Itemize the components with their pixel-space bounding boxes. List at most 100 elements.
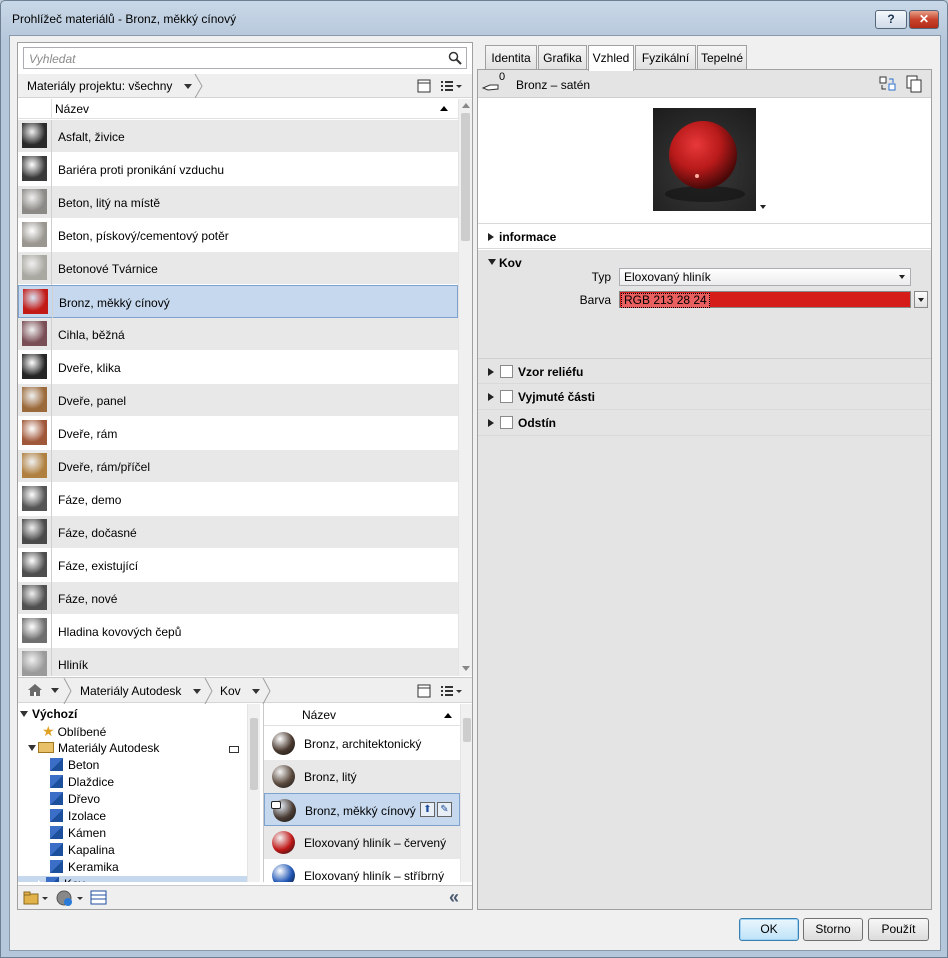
color-value: RGB 213 28 24 bbox=[621, 293, 710, 308]
tint-checkbox[interactable] bbox=[500, 416, 513, 429]
material-row[interactable]: Dveře, rám/příčel bbox=[18, 450, 458, 483]
tree-item[interactable]: ★ Oblíbené bbox=[20, 723, 246, 740]
help-button[interactable]: ? bbox=[875, 10, 907, 29]
collapse-arrow-icon[interactable] bbox=[20, 711, 28, 717]
section-tint[interactable]: Odstín bbox=[478, 410, 931, 436]
scrollbar-thumb[interactable] bbox=[463, 718, 471, 742]
material-preview-swatch[interactable] bbox=[653, 108, 756, 211]
project-list-scrollbar[interactable] bbox=[458, 99, 472, 676]
column-separator bbox=[51, 120, 52, 153]
material-row[interactable]: Fáze, demo bbox=[18, 483, 458, 516]
category-icon bbox=[50, 860, 63, 873]
tab-grafika[interactable]: Grafika bbox=[538, 45, 587, 70]
create-material-icon[interactable] bbox=[56, 889, 84, 907]
add-to-document-button[interactable]: ⬆ bbox=[420, 802, 435, 817]
tree-item[interactable]: Materiály Autodesk bbox=[20, 740, 246, 757]
tree-item[interactable]: Dlaždice bbox=[20, 774, 246, 791]
column-separator bbox=[51, 153, 52, 186]
collapse-arrow-icon[interactable] bbox=[28, 745, 36, 751]
scroll-down-icon[interactable] bbox=[462, 666, 470, 671]
view-options-icon[interactable] bbox=[440, 684, 462, 698]
library-folder-icon[interactable] bbox=[23, 890, 49, 906]
chevron-down-icon bbox=[192, 689, 201, 695]
project-filter-dropdown[interactable]: Materiály projektu: všechny bbox=[27, 74, 192, 98]
duplicate-asset-icon[interactable] bbox=[906, 75, 922, 93]
material-row[interactable]: Dveře, panel bbox=[18, 384, 458, 417]
color-options-button[interactable] bbox=[914, 291, 928, 308]
material-row[interactable]: Beton, pískový/cementový potěr bbox=[18, 219, 458, 252]
material-row[interactable]: Bronz, měkký cínový bbox=[18, 285, 458, 319]
edit-material-button[interactable]: ✎ bbox=[437, 802, 452, 817]
tab-fyzikální[interactable]: Fyzikální bbox=[635, 45, 696, 70]
column-separator bbox=[51, 99, 52, 119]
relief-checkbox[interactable] bbox=[500, 365, 513, 378]
material-row[interactable]: Fáze, dočasné bbox=[18, 516, 458, 549]
asset-header: 0 Bronz – satén bbox=[478, 70, 931, 98]
material-thumbnail bbox=[22, 486, 47, 511]
material-row[interactable]: Hladina kovových čepů bbox=[18, 615, 458, 648]
tree-item[interactable]: Dřevo bbox=[20, 791, 246, 808]
view-options-icon[interactable] bbox=[440, 79, 462, 93]
library-material-row[interactable]: Bronz, litý bbox=[264, 760, 460, 793]
material-row[interactable]: Beton, litý na místě bbox=[18, 186, 458, 219]
chevron-down-icon[interactable] bbox=[51, 688, 59, 693]
tab-tepelné[interactable]: Tepelné bbox=[697, 45, 747, 70]
library-material-row[interactable]: Eloxovaný hliník – stříbrný bbox=[264, 859, 460, 882]
scroll-up-icon[interactable] bbox=[462, 103, 470, 108]
material-row[interactable]: Betonové Tvárnice bbox=[18, 252, 458, 285]
material-row[interactable]: Hliník bbox=[18, 648, 458, 676]
collapse-panel-icon[interactable]: « bbox=[449, 887, 459, 908]
material-row[interactable]: Dveře, klika bbox=[18, 351, 458, 384]
tab-identita[interactable]: Identita bbox=[485, 45, 537, 70]
material-row[interactable]: Cihla, běžná bbox=[18, 318, 458, 351]
tree-item[interactable]: Kapalina bbox=[20, 842, 246, 859]
cutouts-checkbox[interactable] bbox=[500, 390, 513, 403]
section-cutouts[interactable]: Vyjmuté části bbox=[478, 384, 931, 410]
tree-item[interactable]: Keramika bbox=[20, 859, 246, 876]
library-column-header[interactable]: Název bbox=[264, 704, 460, 726]
replace-asset-icon[interactable] bbox=[879, 76, 897, 92]
material-row[interactable]: Fáze, nové bbox=[18, 582, 458, 615]
ok-button[interactable]: OK bbox=[739, 918, 799, 941]
tree-item[interactable]: Výchozí bbox=[20, 706, 246, 723]
library-material-row[interactable]: Bronz, měkký cínový ⬆ ✎ bbox=[264, 793, 460, 826]
material-thumbnail bbox=[22, 321, 47, 346]
expand-arrow-icon[interactable] bbox=[38, 880, 43, 882]
tab-vzhled[interactable]: Vzhled bbox=[588, 45, 634, 71]
panel-toggle-icon[interactable] bbox=[417, 684, 431, 698]
color-field[interactable]: RGB 213 28 24 bbox=[619, 291, 911, 308]
tree-scrollbar[interactable] bbox=[247, 704, 260, 882]
breadcrumb-metal[interactable]: Kov bbox=[220, 678, 261, 704]
project-column-header[interactable]: Název bbox=[18, 99, 458, 119]
library-material-row[interactable]: Eloxovaný hliník – červený bbox=[264, 826, 460, 859]
cancel-button[interactable]: Storno bbox=[803, 918, 863, 941]
apply-button[interactable]: Použít bbox=[868, 918, 929, 941]
tree-item[interactable]: Kámen bbox=[20, 825, 246, 842]
scrollbar-thumb[interactable] bbox=[461, 113, 470, 241]
section-relief-pattern[interactable]: Vzor reliéfu bbox=[478, 358, 931, 384]
library-material-row[interactable]: Bronz, architektonický bbox=[264, 727, 460, 760]
material-thumbnail bbox=[22, 618, 47, 643]
open-editor-icon[interactable] bbox=[90, 890, 108, 906]
type-dropdown[interactable]: Eloxovaný hliník bbox=[619, 268, 911, 286]
tree-item[interactable]: Izolace bbox=[20, 808, 246, 825]
section-information[interactable]: informace bbox=[478, 223, 931, 249]
tree-item[interactable]: Beton bbox=[20, 757, 246, 774]
scrollbar-thumb[interactable] bbox=[250, 718, 258, 790]
material-name: Bronz, litý bbox=[304, 770, 357, 784]
breadcrumb-autodesk-materials[interactable]: Materiály Autodesk bbox=[80, 678, 201, 704]
material-row[interactable]: Asfalt, živice bbox=[18, 120, 458, 153]
search-input[interactable]: Vyhledat bbox=[23, 47, 467, 69]
preview-options-icon[interactable] bbox=[760, 205, 766, 209]
close-button[interactable]: ✕ bbox=[909, 10, 939, 29]
search-icon[interactable] bbox=[448, 51, 462, 65]
column-separator bbox=[51, 186, 52, 219]
panel-toggle-icon[interactable] bbox=[417, 79, 431, 93]
material-row[interactable]: Fáze, existující bbox=[18, 549, 458, 582]
material-row[interactable]: Dveře, rám bbox=[18, 417, 458, 450]
library-list-scrollbar[interactable] bbox=[460, 704, 472, 882]
material-row[interactable]: Bariéra proti pronikání vzduchu bbox=[18, 153, 458, 186]
material-name: Dveře, panel bbox=[58, 394, 127, 408]
tree-item[interactable]: Kov bbox=[18, 876, 247, 882]
home-icon[interactable] bbox=[27, 683, 43, 697]
